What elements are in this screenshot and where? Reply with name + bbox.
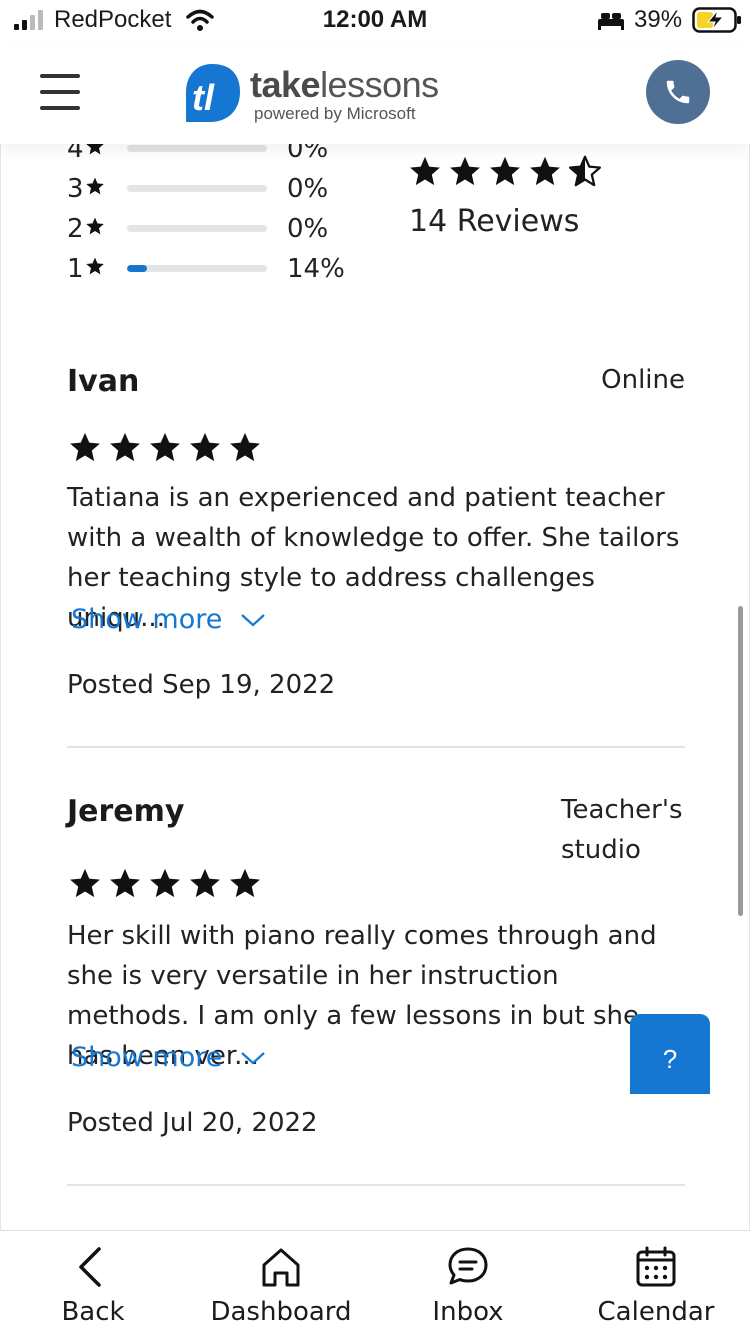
nav-label: Dashboard: [210, 1297, 352, 1327]
star-icon: [230, 868, 260, 898]
rating-progress-bar: [127, 265, 267, 272]
call-button[interactable]: [646, 60, 710, 124]
star-icon: [86, 144, 104, 155]
star-icon: [490, 156, 520, 186]
star-icon: [110, 868, 140, 898]
bottom-navigation: Back Dashboard Inbox Calendar: [0, 1230, 750, 1334]
show-more-label: Show more: [71, 604, 223, 635]
star-icon: [86, 217, 104, 235]
rating-row-percent: 0%: [287, 214, 329, 244]
logo-tagline: powered by Microsoft: [254, 104, 416, 123]
star-icon: [190, 868, 220, 898]
status-bar: RedPocket 12:00 AM 39%: [0, 0, 750, 42]
home-icon: [262, 1248, 300, 1287]
chat-bubble-icon: [448, 1247, 488, 1285]
rating-row-stars-label: 2: [67, 214, 84, 244]
rating-row-3: 3 0%: [67, 168, 367, 208]
star-icon: [450, 156, 480, 186]
star-icon: [190, 432, 220, 462]
help-button[interactable]: ?: [630, 1014, 710, 1094]
rating-row-1: 1 14%: [67, 248, 367, 288]
logo-wordmark: takelessons: [250, 64, 439, 105]
review-card: Jeremy Teacher's studio Her skill with p…: [67, 794, 685, 1138]
review-card: Ivan Online Tatiana is an experienced an…: [67, 364, 685, 704]
star-icon: [70, 432, 100, 462]
chevron-down-icon: [241, 1051, 266, 1064]
reviews-count: 14 Reviews: [409, 204, 580, 239]
scrollbar[interactable]: [738, 606, 743, 916]
reviewer-name: Jeremy: [67, 794, 185, 829]
rating-row-stars-label: 3: [67, 174, 84, 204]
posted-date: Posted Jul 20, 2022: [67, 1108, 318, 1138]
battery-charging-icon: [692, 7, 741, 33]
rating-row-stars-label: 1: [67, 254, 84, 284]
nav-calendar[interactable]: Calendar: [571, 1231, 741, 1334]
lesson-location: Online: [601, 365, 685, 395]
reviewer-name: Ivan: [67, 364, 140, 399]
rating-row-percent: 0%: [287, 144, 329, 164]
show-more-button[interactable]: Show more: [71, 1042, 266, 1073]
star-icon: [530, 156, 560, 186]
nav-dashboard[interactable]: Dashboard: [196, 1231, 366, 1334]
posted-date: Posted Sep 19, 2022: [67, 670, 336, 700]
rating-row-2: 2 0%: [67, 208, 367, 248]
menu-icon[interactable]: [40, 74, 80, 110]
average-rating-stars: [407, 154, 603, 188]
star-icon: [410, 156, 440, 186]
nav-label: Back: [61, 1297, 125, 1327]
rating-breakdown: 4 0% 3 0% 2 0% 1 14%: [67, 144, 367, 288]
nav-inbox[interactable]: Inbox: [383, 1231, 553, 1334]
nav-label: Calendar: [597, 1297, 715, 1327]
nav-back[interactable]: Back: [8, 1231, 178, 1334]
half-star-icon: [568, 155, 602, 187]
star-icon: [86, 177, 104, 195]
battery-percent: 39%: [634, 6, 683, 33]
star-icon: [150, 432, 180, 462]
logo-mark-icon: tl: [186, 64, 240, 122]
app-header: tl takelessons powered by Microsoft: [0, 42, 750, 144]
rating-row-percent: 14%: [287, 254, 345, 284]
star-icon: [86, 257, 104, 275]
divider: [67, 746, 685, 748]
rating-progress-bar: [127, 185, 267, 192]
show-more-label: Show more: [71, 1042, 223, 1073]
takelessons-logo[interactable]: tl takelessons powered by Microsoft: [182, 60, 482, 130]
nav-label: Inbox: [432, 1297, 504, 1327]
rating-progress-fill: [127, 265, 147, 272]
review-stars: [67, 866, 263, 900]
rating-row-stars-label: 4: [67, 144, 84, 164]
star-icon: [230, 432, 260, 462]
lesson-location: Teacher's studio: [561, 795, 683, 865]
star-icon: [110, 432, 140, 462]
back-arrow-icon: [79, 1247, 101, 1287]
star-icon: [70, 868, 100, 898]
rating-row-percent: 0%: [287, 174, 329, 204]
show-more-button[interactable]: Show more: [71, 604, 266, 635]
sleep-mode-icon: [598, 13, 624, 30]
chevron-down-icon: [241, 613, 266, 626]
star-icon: [150, 868, 180, 898]
rating-progress-bar: [127, 145, 267, 152]
rating-row-4: 4 0%: [67, 144, 367, 168]
review-stars: [67, 430, 263, 464]
rating-progress-bar: [127, 225, 267, 232]
divider: [67, 1184, 685, 1186]
svg-text:tl: tl: [192, 77, 215, 118]
phone-icon: [666, 80, 690, 104]
calendar-icon: [636, 1246, 676, 1287]
